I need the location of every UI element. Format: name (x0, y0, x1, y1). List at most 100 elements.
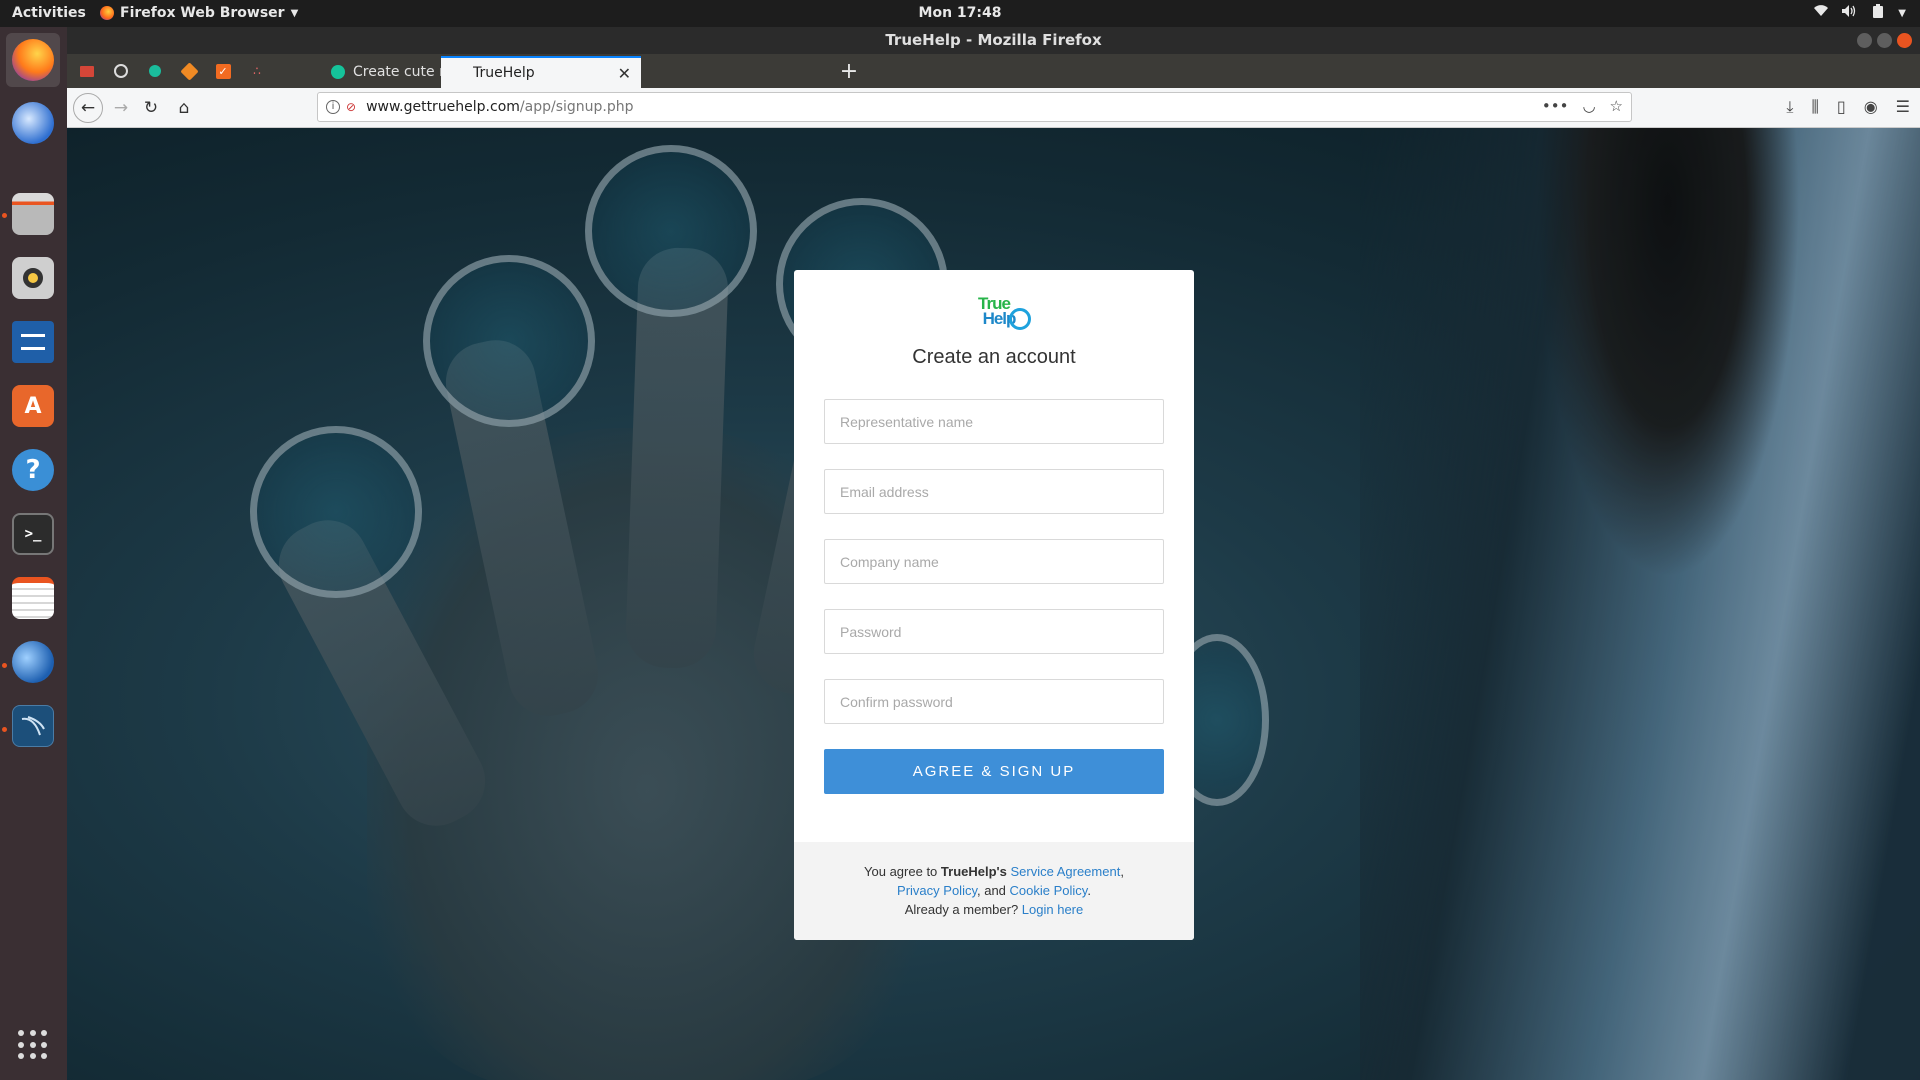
system-top-bar: Activities Firefox Web Browser ▼ Mon 17:… (0, 0, 1920, 27)
info-icon[interactable]: i (326, 100, 340, 114)
files-icon (12, 193, 54, 235)
dock-text-editor[interactable] (6, 571, 60, 625)
privacy-policy-link[interactable]: Privacy Policy (897, 883, 977, 898)
cookie-policy-link[interactable]: Cookie Policy (1010, 883, 1088, 898)
dock-terminal[interactable]: >_ (6, 507, 60, 561)
dock-files[interactable] (6, 187, 60, 241)
insecure-lock-icon[interactable]: ⊘ (346, 100, 356, 114)
tab-truehelp[interactable]: TrueHelp ✕ (441, 56, 641, 88)
terminal-icon: >_ (12, 513, 54, 555)
close-tab-icon[interactable]: ✕ (618, 64, 631, 83)
login-line: Already a member? Login here (794, 900, 1194, 919)
checkmark-icon: ✓ (215, 63, 231, 79)
terms-brand: TrueHelp's (940, 864, 1007, 879)
page-title: Create an account (912, 346, 1076, 368)
terms-line-1: You agree to TrueHelp's Service Agreemen… (794, 862, 1194, 881)
hamburger-menu-icon[interactable]: ☰ (1896, 97, 1910, 117)
grammarly-icon (331, 65, 345, 79)
rhythmbox-icon (12, 257, 54, 299)
url-domain: www.gettruehelp.com (366, 99, 520, 115)
wifi-icon (1814, 5, 1829, 21)
email-input[interactable] (824, 469, 1164, 514)
asana-icon: ∴ (253, 64, 261, 78)
toolbar-actions: ⤓ ⫼ ▯ ◉ ☰ (1786, 97, 1910, 117)
url-text[interactable]: www.gettruehelp.com/app/signup.php (366, 99, 633, 115)
dock-rhythmbox[interactable] (6, 251, 60, 305)
globe-icon (114, 64, 128, 78)
url-actions: ••• ◡ ☆ (1542, 97, 1623, 115)
logo-wordmark: True Help (973, 295, 1032, 330)
back-button[interactable]: ← (73, 93, 103, 123)
bookmark-star-icon[interactable]: ☆ (1610, 97, 1623, 115)
pinned-tab-asana[interactable]: ∴ (237, 54, 277, 88)
magnifier-icon (1009, 308, 1032, 330)
dock-mail-client[interactable] (6, 635, 60, 689)
text-editor-icon (12, 577, 54, 619)
system-tray[interactable]: ▼ (1814, 4, 1906, 22)
truehelp-logo: True Help (794, 295, 1194, 330)
service-agreement-link[interactable]: Service Agreement (1010, 864, 1120, 879)
terms-footer: You agree to TrueHelp's Service Agreemen… (794, 842, 1194, 940)
fingerprint-ring (585, 145, 757, 317)
tab-label: TrueHelp (473, 65, 535, 81)
dock-writer[interactable] (6, 315, 60, 369)
fingerprint-ring (423, 255, 595, 427)
writer-icon (12, 321, 54, 363)
terms-and: , and (977, 883, 1010, 898)
home-button[interactable]: ⌂ (170, 94, 198, 122)
close-window-button[interactable] (1897, 33, 1912, 48)
battery-icon (1872, 4, 1884, 22)
software-center-icon: A (12, 385, 54, 427)
window-title-bar: TrueHelp - Mozilla Firefox (67, 27, 1920, 54)
terms-comma: , (1120, 864, 1124, 879)
already-member-text: Already a member? (904, 902, 1022, 917)
terms-line-2: Privacy Policy, and Cookie Policy. (794, 881, 1194, 900)
login-link[interactable]: Login here (1022, 902, 1083, 917)
dock-thunderbird[interactable] (6, 96, 60, 150)
reload-button[interactable]: ↻ (137, 94, 165, 122)
arrow-left-icon: ← (80, 98, 96, 118)
firefox-icon (12, 39, 54, 81)
page-actions-icon[interactable]: ••• (1542, 97, 1569, 115)
signup-card: True Help Create an account AGREE & SIGN… (794, 270, 1194, 940)
terms-prefix: You agree to (864, 864, 941, 879)
dock-software-center[interactable]: A (6, 379, 60, 433)
navigation-toolbar: ← → ↻ ⌂ i ⊘ www.gettruehelp.com/app/sign… (67, 88, 1920, 128)
system-menu-chevron-icon: ▼ (1898, 7, 1906, 19)
pocket-icon[interactable]: ◡ (1582, 97, 1595, 115)
volume-icon (1842, 5, 1858, 21)
home-icon: ⌂ (178, 98, 190, 118)
reload-icon: ↻ (143, 98, 159, 118)
confirm-password-input[interactable] (824, 679, 1164, 724)
maximize-button[interactable] (1877, 33, 1892, 48)
show-applications-icon[interactable] (18, 1030, 48, 1060)
sidebar-icon[interactable]: ▯ (1837, 97, 1846, 117)
clock[interactable]: Mon 17:48 (0, 5, 1920, 21)
library-icon[interactable]: ⫼ (1812, 97, 1819, 117)
gmail-icon (80, 65, 94, 77)
password-input[interactable] (824, 609, 1164, 654)
help-icon: ? (12, 449, 54, 491)
dock-mysql-workbench[interactable] (6, 699, 60, 753)
sync-account-icon[interactable]: ◉ (1864, 97, 1878, 117)
truehelp-favicon-icon (451, 66, 465, 80)
download-icon[interactable]: ⤓ (1786, 97, 1793, 117)
dock-help[interactable]: ? (6, 443, 60, 497)
url-bar[interactable]: i ⊘ www.gettruehelp.com/app/signup.php •… (317, 92, 1632, 122)
tab-bar: ✓ ∴ Create cute nursery rhym ✕ TrueHelp … (67, 54, 1920, 88)
dock-firefox[interactable] (6, 33, 60, 87)
mail-client-icon (12, 641, 54, 683)
mysql-workbench-icon (12, 705, 54, 747)
agree-signup-button[interactable]: AGREE & SIGN UP (824, 749, 1164, 794)
launcher-dock: A ? >_ (0, 27, 67, 1080)
thunderbird-icon (12, 102, 54, 144)
forward-button[interactable]: → (107, 94, 135, 122)
minimize-button[interactable] (1857, 33, 1872, 48)
new-tab-button[interactable]: + (835, 58, 863, 86)
representative-name-input[interactable] (824, 399, 1164, 444)
arrow-right-icon: → (113, 98, 129, 118)
window-title: TrueHelp - Mozilla Firefox (885, 31, 1102, 49)
orange-box-icon (179, 61, 199, 81)
company-name-input[interactable] (824, 539, 1164, 584)
terms-period: . (1087, 883, 1091, 898)
